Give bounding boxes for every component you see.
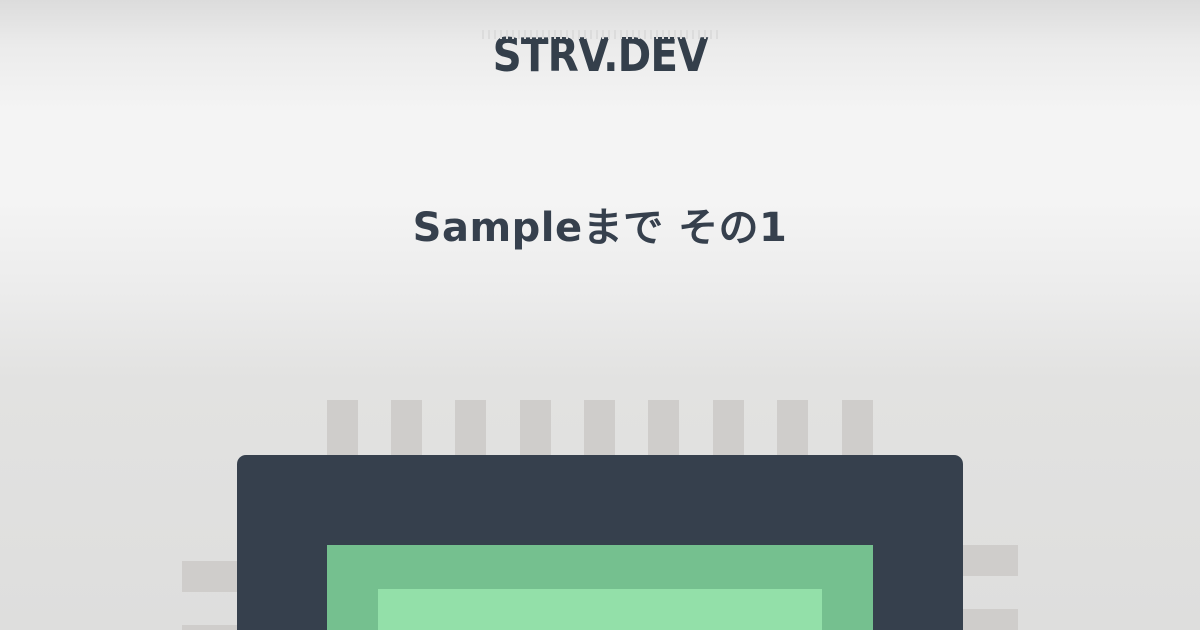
chip-right-pins (958, 545, 1018, 630)
chip-pin (455, 400, 486, 460)
chip-pin (327, 400, 358, 460)
chip-pin (648, 400, 679, 460)
chip-pin (391, 400, 422, 460)
chip-pin (958, 545, 1018, 576)
chip-top-pins (327, 400, 873, 460)
chip-pin (520, 400, 551, 460)
chip-pin (958, 609, 1018, 630)
chip-pin (713, 400, 744, 460)
cpu-chip-icon (182, 400, 1018, 630)
chip-pin (777, 400, 808, 460)
chip-die-inner (378, 589, 822, 630)
chip-pin (842, 400, 873, 460)
chip-pin (584, 400, 615, 460)
chip-left-pins (182, 561, 242, 630)
chip-pin (182, 625, 242, 630)
chip-pin (182, 561, 242, 592)
